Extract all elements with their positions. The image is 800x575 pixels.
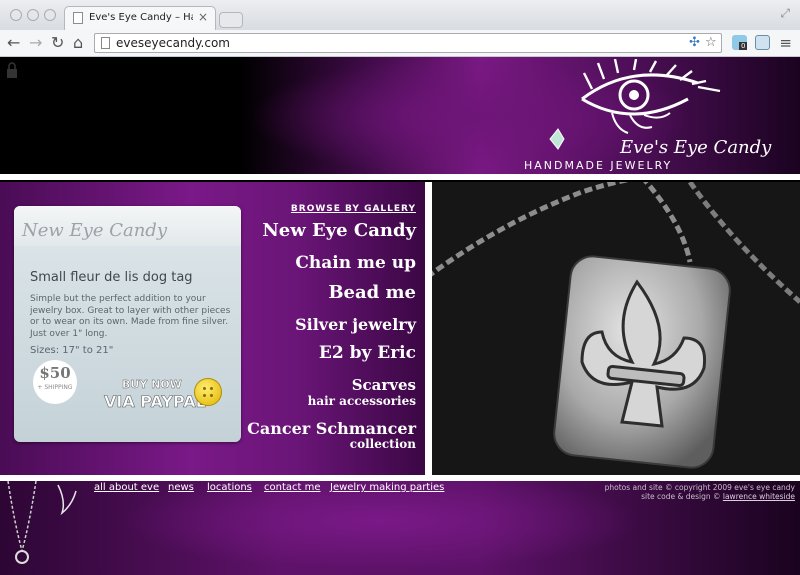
gallery-link-chain-me-up[interactable]: Chain me up [295,255,416,272]
gallery-link-silver-jewelry[interactable]: Silver jewelry [295,316,416,333]
network-icon[interactable]: ✣ [689,35,700,50]
address-bar[interactable]: eveseyecandy.com ✣ ☆ [94,33,722,53]
gallery-link-hair-accessories[interactable]: hair accessories [308,393,416,410]
copyright-line-1: photos and site © copyright 2009 eve's e… [604,483,795,492]
browser-menu-icon[interactable]: ≡ [779,34,792,52]
page-favicon-icon [73,12,83,24]
necklace-ornament-icon [7,481,77,564]
home-icon[interactable]: ⌂ [73,34,83,52]
page: Eve's Eye Candy HANDMADE JEWELRY New Eye… [0,57,800,575]
designer-link[interactable]: lawrence whiteside [723,492,795,501]
extension-ghost-icon[interactable]: 0 [732,35,748,50]
header-divider [0,174,800,180]
site-header: Eve's Eye Candy HANDMADE JEWELRY [0,57,800,174]
copyright-notice: photos and site © copyright 2009 eve's e… [605,483,795,501]
product-photo [432,182,800,475]
panel-divider [425,182,432,475]
buy-now-label: BUY NOW [122,378,182,391]
url-text[interactable]: eveseyecandy.com [116,36,230,50]
minimize-window-button[interactable] [27,9,39,21]
fleur-de-lis-pendant-icon [432,182,800,475]
gallery-link-bead-me[interactable]: Bead me [328,284,416,302]
extension-cast-icon[interactable] [755,35,770,50]
gallery-link-scarves[interactable]: Scarves [352,377,416,394]
new-tab-button[interactable] [219,12,243,28]
back-icon[interactable]: ← [7,34,20,52]
zoom-window-button[interactable] [44,9,56,21]
footer-link-contact-me[interactable]: contact me [264,482,321,493]
logo-tagline: HANDMADE JEWELRY [524,159,673,172]
featured-panel: New Eye Candy Small fleur de lis dog tag… [0,182,425,475]
browser-toolbar: ← → ↻ ⌂ eveseyecandy.com ✣ ☆ 0 ≡ [0,30,800,57]
product-sizes: Sizes: 17" to 21" [30,345,114,356]
copyright-line-2-prefix: site code & design © [641,492,723,501]
gallery-link-collection[interactable]: collection [350,436,416,453]
page-icon [101,37,110,49]
lock-icon [7,62,17,78]
browser-titlebar: Eve's Eye Candy – Handma × ⤢ [0,0,800,30]
tab-title: Eve's Eye Candy – Handma [89,12,193,23]
browse-by-gallery-label: BROWSE BY GALLERY [290,204,416,214]
product-description: Simple but the perfect addition to your … [30,294,231,339]
gallery-link-new-eye-candy[interactable]: New Eye Candy [262,222,416,240]
extension-badge: 0 [739,42,748,50]
tab-close-icon[interactable]: × [198,10,208,24]
product-card: New Eye Candy Small fleur de lis dog tag… [14,206,241,442]
footer-link-all-about-eve[interactable]: all about eve [94,482,159,493]
gallery-link-cancer-schmancer[interactable]: Cancer Schmancer [247,420,416,437]
site-footer: all about eve news locations contact me … [0,481,800,575]
via-paypal-label: VIA PAYPAL [104,392,206,412]
bookmark-star-icon[interactable]: ☆ [705,35,717,50]
card-title: New Eye Candy [22,220,168,241]
footer-link-news[interactable]: news [168,482,194,493]
product-name: Small fleur de lis dog tag [30,270,193,285]
price-badge: $50 + SHIPPING [33,360,77,404]
forward-icon[interactable]: → [29,34,42,52]
gallery-link-e2-by-eric[interactable]: E2 by Eric [319,345,416,362]
logo-name: Eve's Eye Candy [620,137,772,158]
yellow-button-icon[interactable] [194,378,222,406]
price: $50 [39,364,71,382]
fullscreen-icon[interactable]: ⤢ [780,6,790,21]
footer-link-locations[interactable]: locations [207,482,252,493]
card-header: New Eye Candy [14,206,241,246]
footer-link-jewelry-making-parties[interactable]: Jewelry making parties [330,482,444,493]
reload-icon[interactable]: ↻ [51,34,64,52]
close-window-button[interactable] [10,9,22,21]
browser-tab[interactable]: Eve's Eye Candy – Handma × [64,6,216,30]
shipping-note: + SHIPPING [37,384,73,391]
copyright-line-2: site code & design © lawrence whiteside [605,492,795,501]
